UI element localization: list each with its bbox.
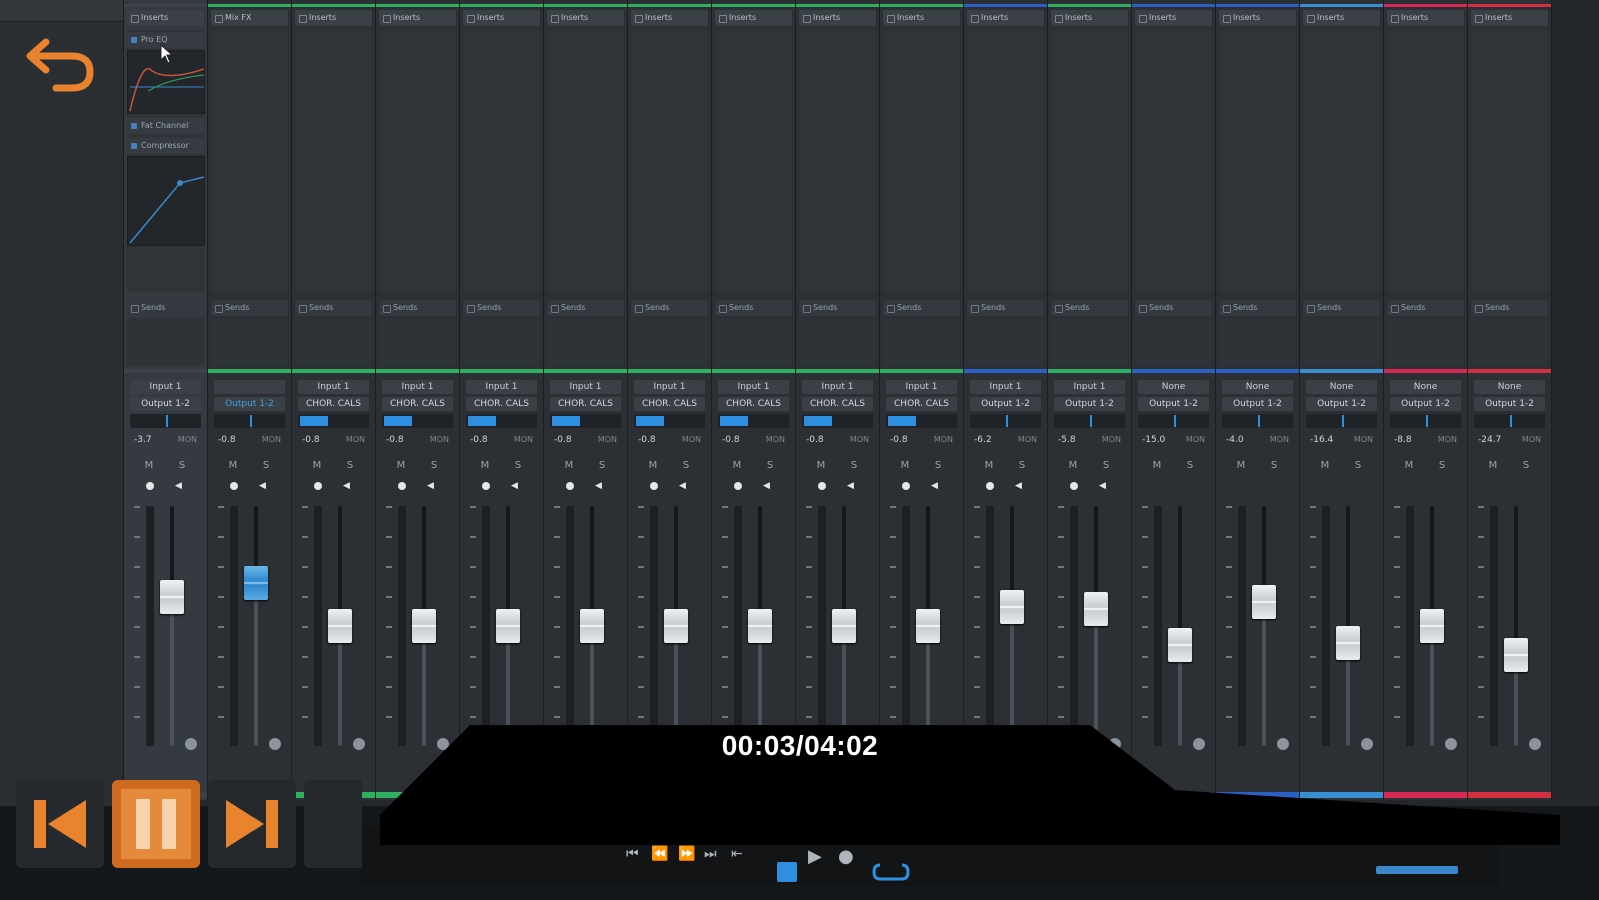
video-timecode: 00:03/04:02	[721, 730, 879, 761]
previous-button[interactable]	[16, 780, 104, 868]
skip-next-icon	[226, 800, 278, 848]
timecode-backdrop	[380, 725, 1560, 845]
skip-previous-icon	[34, 800, 86, 848]
video-player-controls	[16, 780, 362, 870]
pause-icon	[121, 789, 191, 859]
chapter-tab[interactable]	[304, 780, 362, 868]
next-button[interactable]	[208, 780, 296, 868]
pause-button[interactable]	[112, 780, 200, 868]
